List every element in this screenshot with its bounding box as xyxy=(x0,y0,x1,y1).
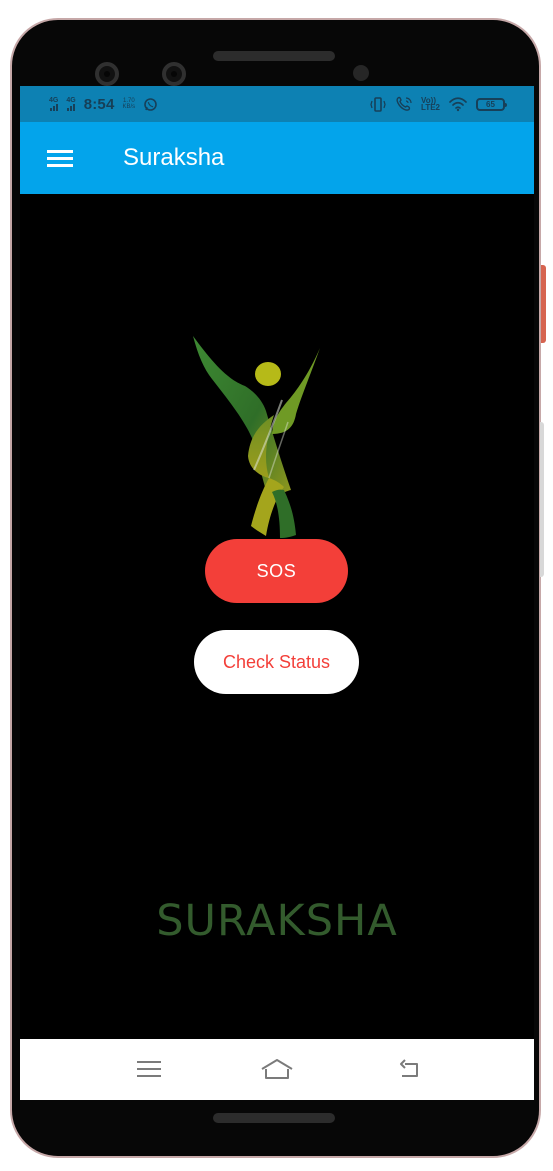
signal-bars-icon xyxy=(49,104,58,111)
battery-icon: 65 xyxy=(476,97,507,111)
bottom-speaker xyxy=(213,1113,335,1123)
status-time: 8:54 xyxy=(83,95,115,113)
back-button[interactable] xyxy=(392,1052,432,1086)
vibration-icon xyxy=(370,96,386,112)
device-page: 4G 4G 8:54 1.70 KB/s Vo)) LTE2 65 Suraks… xyxy=(0,0,553,1171)
back-icon xyxy=(400,1059,418,1077)
top-speaker xyxy=(213,51,335,61)
status-left-group: 4G 4G 8:54 1.70 KB/s xyxy=(49,94,158,114)
signal-label: 4G xyxy=(49,97,59,104)
brand-wordmark: SURAKSHA xyxy=(156,896,398,946)
status-bar: 4G 4G 8:54 1.70 KB/s Vo)) LTE2 65 xyxy=(20,86,534,122)
app-title: Suraksha xyxy=(123,144,225,171)
status-right-group: Vo)) LTE2 65 xyxy=(369,94,507,114)
wifi-icon xyxy=(449,97,467,112)
power-button xyxy=(541,265,546,343)
signal-label-2: 4G xyxy=(66,97,76,104)
signal-bars-icon-2 xyxy=(67,104,76,111)
volume-button xyxy=(540,422,544,577)
signal-indicator: 4G xyxy=(49,97,58,111)
main-content: SOS Check Status SURAKSHA xyxy=(20,194,534,1039)
system-navigation-bar xyxy=(20,1039,534,1100)
suraksha-figure-logo xyxy=(193,336,320,538)
recent-apps-button[interactable] xyxy=(129,1052,169,1086)
signal-indicator-2: 4G xyxy=(66,97,76,111)
network-speed: 1.70 KB/s xyxy=(123,98,136,110)
home-icon xyxy=(261,1059,293,1079)
check-status-button[interactable]: Check Status xyxy=(194,630,359,694)
home-button[interactable] xyxy=(257,1052,297,1086)
menu-button[interactable] xyxy=(40,142,80,174)
menu-icon xyxy=(137,1060,161,1078)
front-camera-left xyxy=(95,62,119,86)
front-sensor xyxy=(353,65,369,81)
front-camera-right xyxy=(162,62,186,86)
menu-icon xyxy=(47,150,73,167)
app-bar: Suraksha xyxy=(20,122,534,194)
app-screen: 4G 4G 8:54 1.70 KB/s Vo)) LTE2 65 Suraks… xyxy=(20,86,534,1100)
whatsapp-icon xyxy=(144,97,157,111)
sos-button[interactable]: SOS xyxy=(205,539,348,603)
speed-unit: KB/s xyxy=(122,104,136,110)
network-type: Vo)) LTE2 xyxy=(421,97,440,112)
network-type-bottom: LTE2 xyxy=(421,103,440,112)
phone-icon xyxy=(396,96,412,111)
